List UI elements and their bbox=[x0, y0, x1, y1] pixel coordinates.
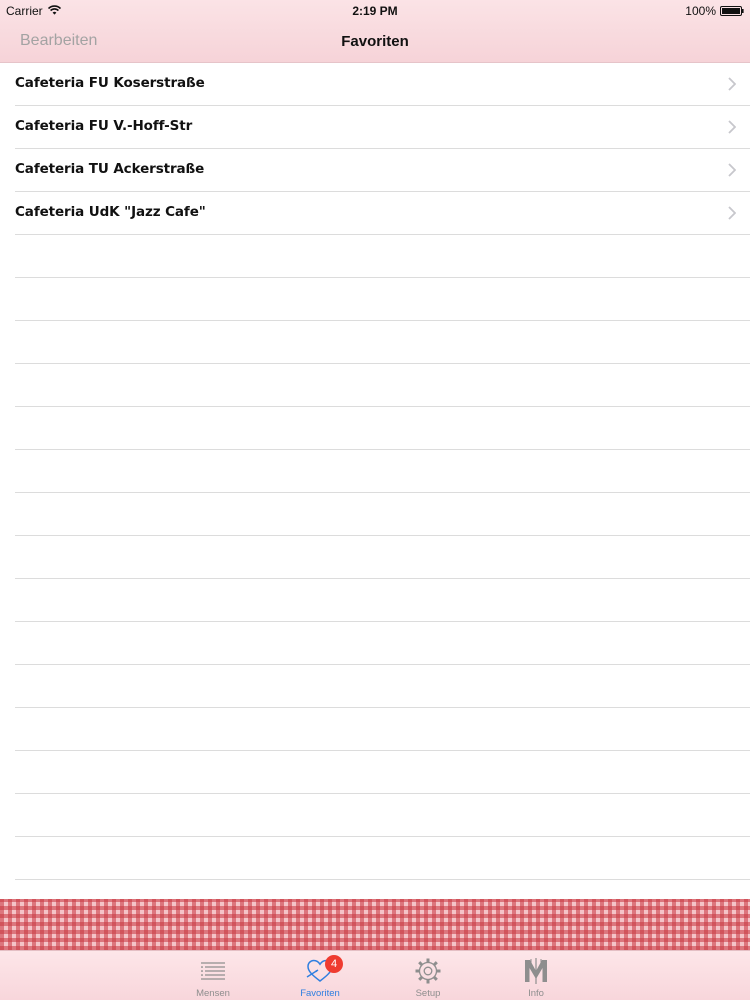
favorite-label: Cafeteria FU V.-Hoff-Str bbox=[15, 118, 193, 134]
m-logo-icon bbox=[525, 958, 547, 984]
favorite-label: Cafeteria FU Koserstraße bbox=[15, 75, 205, 91]
empty-row bbox=[15, 364, 750, 407]
empty-row bbox=[15, 880, 750, 899]
favorite-row[interactable]: Cafeteria FU V.-Hoff-Str bbox=[15, 106, 750, 149]
empty-row bbox=[15, 278, 750, 321]
empty-row bbox=[15, 407, 750, 450]
empty-row bbox=[15, 536, 750, 579]
tab-label: Setup bbox=[415, 988, 441, 999]
tab-label: Info bbox=[528, 988, 544, 999]
empty-row bbox=[15, 579, 750, 622]
chevron-right-icon bbox=[728, 206, 736, 220]
favorite-row[interactable]: Cafeteria FU Koserstraße bbox=[15, 63, 750, 106]
navigation-bar: Carrier 2:19 PM 100% Bearbeiten Favorite… bbox=[0, 0, 750, 63]
gingham-pattern-strip bbox=[0, 899, 750, 950]
empty-row bbox=[15, 450, 750, 493]
tab-bar: Mensen 4 Favoriten Setup Info bbox=[0, 950, 750, 1000]
gear-icon bbox=[415, 958, 441, 984]
empty-row bbox=[15, 837, 750, 880]
chevron-right-icon bbox=[728, 120, 736, 134]
favorites-count-badge: 4 bbox=[325, 955, 343, 973]
status-bar: Carrier 2:19 PM 100% bbox=[0, 0, 750, 22]
favorite-label: Cafeteria TU Ackerstraße bbox=[15, 161, 205, 177]
clock: 2:19 PM bbox=[352, 4, 398, 18]
tab-info[interactable]: Info bbox=[501, 951, 571, 1001]
empty-row bbox=[15, 751, 750, 794]
favorites-list: Cafeteria FU Koserstraße Cafeteria FU V.… bbox=[0, 63, 750, 899]
favorite-row[interactable]: Cafeteria UdK "Jazz Cafe" bbox=[15, 192, 750, 235]
empty-row bbox=[15, 794, 750, 837]
page-title: Favoriten bbox=[341, 33, 409, 50]
chevron-right-icon bbox=[728, 163, 736, 177]
empty-row bbox=[15, 235, 750, 278]
tab-mensen[interactable]: Mensen bbox=[178, 951, 248, 1001]
battery-icon bbox=[720, 6, 744, 16]
battery-percentage: 100% bbox=[685, 4, 716, 18]
chevron-right-icon bbox=[728, 77, 736, 91]
favorite-label: Cafeteria UdK "Jazz Cafe" bbox=[15, 204, 206, 220]
empty-row bbox=[15, 708, 750, 751]
empty-row bbox=[15, 493, 750, 536]
empty-row bbox=[15, 665, 750, 708]
empty-row bbox=[15, 622, 750, 665]
empty-row bbox=[15, 321, 750, 364]
tab-label: Favoriten bbox=[300, 988, 340, 999]
list-icon bbox=[201, 962, 225, 980]
tab-favoriten[interactable]: 4 Favoriten bbox=[285, 951, 355, 1001]
tab-label: Mensen bbox=[196, 988, 230, 999]
favorite-row[interactable]: Cafeteria TU Ackerstraße bbox=[15, 149, 750, 192]
tab-setup[interactable]: Setup bbox=[393, 951, 463, 1001]
